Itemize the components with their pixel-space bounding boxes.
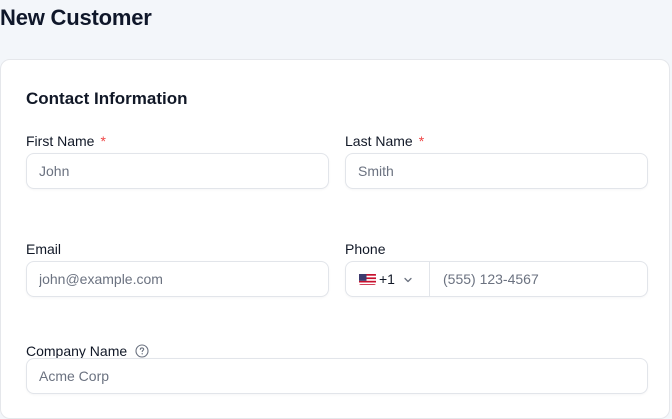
first-name-input[interactable] (26, 153, 329, 189)
last-name-label-text: Last Name (345, 133, 413, 149)
first-name-label: First Name * (26, 133, 106, 149)
section-title: Contact Information (26, 89, 188, 108)
email-label: Email (26, 241, 61, 257)
phone-input[interactable] (430, 262, 647, 296)
country-code-text: +1 (379, 271, 395, 287)
first-name-required-mark: * (100, 133, 106, 149)
country-code-select[interactable]: +1 (346, 262, 430, 296)
first-name-label-text: First Name (26, 133, 95, 149)
email-input[interactable] (26, 261, 329, 297)
last-name-required-mark: * (418, 133, 425, 149)
phone-label-text: Phone (345, 241, 386, 257)
contact-information-card: Contact Information First Name * Last Na… (0, 59, 670, 419)
last-name-label: Last Name * (345, 133, 424, 149)
help-circle-icon[interactable] (135, 344, 149, 358)
page-title: New Customer (0, 5, 152, 30)
last-name-input[interactable] (345, 153, 648, 189)
chevron-down-icon (402, 273, 414, 285)
company-name-input[interactable] (26, 358, 648, 394)
phone-field: +1 (345, 261, 648, 297)
email-label-text: Email (26, 241, 62, 257)
company-name-label-text: Company Name (26, 343, 128, 359)
company-name-label: Company Name (26, 343, 149, 359)
us-flag-icon (359, 273, 376, 285)
phone-label: Phone (345, 241, 385, 257)
